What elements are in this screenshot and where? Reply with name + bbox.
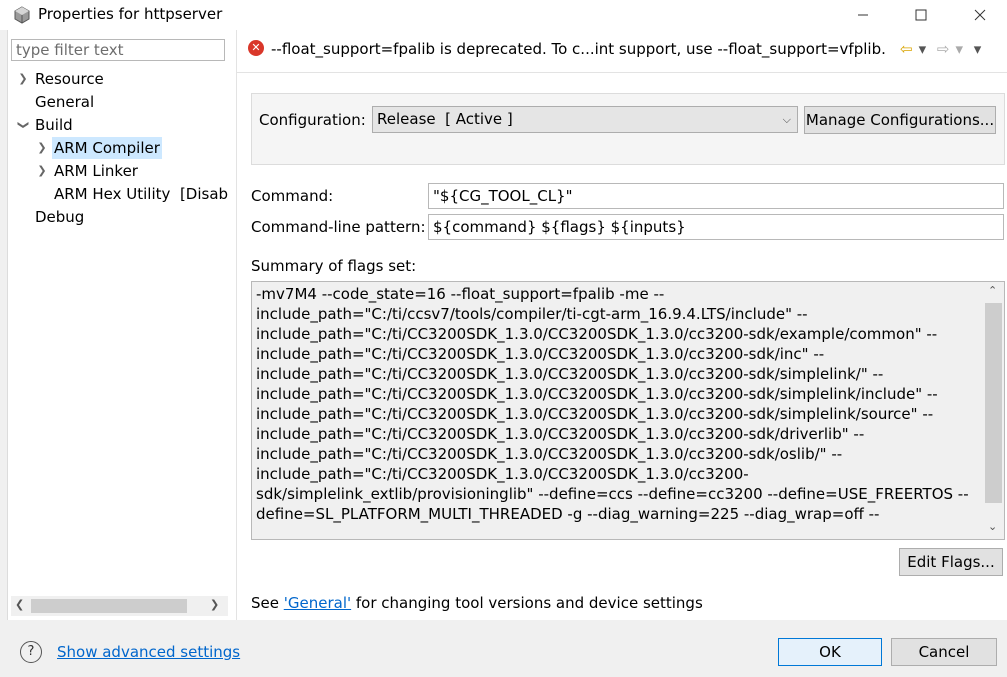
app-icon bbox=[12, 5, 32, 25]
tree-item-label: Debug bbox=[35, 208, 85, 226]
tree-item-label: Build bbox=[35, 116, 73, 134]
scroll-up-icon[interactable]: ⌃ bbox=[988, 284, 997, 297]
filter-field[interactable] bbox=[11, 39, 225, 61]
configuration-label: Configuration: bbox=[259, 111, 366, 129]
filter-input[interactable] bbox=[12, 40, 224, 60]
summary-line: include_path="C:/ti/CC3200SDK_1.3.0/CC32… bbox=[256, 385, 938, 403]
manage-configurations-button[interactable]: Manage Configurations... bbox=[804, 106, 996, 134]
panel-divider[interactable] bbox=[236, 30, 237, 620]
configuration-value: Release [ Active ] bbox=[377, 110, 513, 128]
back-dropdown-icon[interactable]: ▾ bbox=[919, 40, 927, 58]
error-icon: ✕ bbox=[248, 40, 264, 56]
tree-item-label: ARM Linker bbox=[54, 162, 138, 180]
scrollbar-thumb[interactable] bbox=[985, 303, 1002, 503]
command-line-pattern-field[interactable]: ${command} ${flags} ${inputs} bbox=[428, 214, 1004, 240]
show-advanced-settings-link[interactable]: Show advanced settings bbox=[57, 643, 240, 661]
note-suffix: for changing tool versions and device se… bbox=[351, 594, 703, 612]
general-link[interactable]: 'General' bbox=[284, 594, 351, 612]
command-label: Command: bbox=[251, 187, 334, 205]
summary-line: -mv7M4 --code_state=16 --float_support=f… bbox=[256, 285, 665, 303]
configuration-select[interactable]: Release [ Active ] ⌵ bbox=[372, 106, 798, 133]
summary-text: -mv7M4 --code_state=16 --float_support=f… bbox=[256, 284, 978, 534]
cancel-button[interactable]: Cancel bbox=[891, 638, 997, 666]
summary-label: Summary of flags set: bbox=[251, 257, 417, 275]
error-message: --float_support=fpalib is deprecated. To… bbox=[271, 40, 886, 58]
chevron-down-icon: ⌵ bbox=[782, 113, 791, 126]
tree-item-general[interactable]: General bbox=[8, 91, 228, 113]
maximize-button[interactable] bbox=[898, 0, 944, 30]
tree-item-label: General bbox=[35, 93, 95, 111]
help-icon[interactable]: ? bbox=[20, 641, 42, 663]
forward-dropdown-icon[interactable]: ▾ bbox=[955, 40, 963, 58]
command-field[interactable]: "${CG_TOOL_CL}" bbox=[428, 183, 1004, 209]
tree-item-build[interactable]: ❯ Build bbox=[8, 114, 228, 136]
summary-line: include_path="C:/ti/CC3200SDK_1.3.0/CC32… bbox=[256, 365, 884, 383]
tree-item-resource[interactable]: ❯ Resource bbox=[8, 68, 228, 90]
summary-line: include_path="C:/ti/CC3200SDK_1.3.0/CC32… bbox=[256, 445, 843, 463]
background-window-edge bbox=[0, 30, 8, 677]
expand-arrow-icon[interactable]: ❯ bbox=[35, 160, 49, 182]
window-title: Properties for httpserver bbox=[38, 5, 223, 23]
command-line-pattern-label: Command-line pattern: bbox=[251, 218, 426, 236]
tree-item-debug[interactable]: Debug bbox=[8, 206, 228, 228]
close-icon bbox=[974, 9, 986, 21]
tree-item-arm-hex-utility[interactable]: ARM Hex Utility [Disabl bbox=[8, 183, 228, 205]
scroll-down-icon[interactable]: ⌄ bbox=[988, 520, 997, 533]
tree-item-label: ARM Hex Utility [Disabl bbox=[54, 185, 228, 203]
property-tree: ❯ Resource General ❯ Build ❯ ARM Compile… bbox=[8, 66, 228, 596]
collapse-arrow-icon[interactable]: ❯ bbox=[12, 118, 34, 132]
summary-line: include_path="C:/ti/CC3200SDK_1.3.0/CC32… bbox=[256, 405, 934, 423]
expand-arrow-icon[interactable]: ❯ bbox=[35, 137, 49, 159]
scroll-right-icon[interactable]: ❯ bbox=[210, 598, 219, 611]
back-arrow-icon[interactable]: ⇦ bbox=[900, 40, 913, 58]
header-separator bbox=[237, 72, 1007, 73]
tree-item-arm-compiler[interactable]: ❯ ARM Compiler bbox=[8, 137, 228, 159]
view-menu-icon[interactable]: ▾ bbox=[974, 40, 982, 58]
minimize-button[interactable] bbox=[840, 0, 886, 30]
forward-arrow-icon[interactable]: ⇨ bbox=[937, 40, 950, 58]
settings-note: See 'General' for changing tool versions… bbox=[251, 594, 703, 612]
navigation-icons: ⇦ ▾ ⇨ ▾ ▾ bbox=[900, 40, 987, 58]
scrollbar-thumb[interactable] bbox=[31, 599, 187, 613]
tree-item-label: Resource bbox=[35, 70, 104, 88]
summary-line: include_path="C:/ti/CC3200SDK_1.3.0/CC32… bbox=[256, 465, 749, 483]
summary-line: include_path="C:/ti/ccsv7/tools/compiler… bbox=[256, 305, 808, 323]
note-prefix: See bbox=[251, 594, 284, 612]
summary-line: include_path="C:/ti/CC3200SDK_1.3.0/CC32… bbox=[256, 325, 938, 343]
tree-item-label: ARM Compiler bbox=[52, 137, 162, 159]
summary-line: sdk/simplelink_extlib/provisioninglib" -… bbox=[256, 485, 969, 503]
tree-item-arm-linker[interactable]: ❯ ARM Linker bbox=[8, 160, 228, 182]
maximize-icon bbox=[915, 9, 927, 21]
expand-arrow-icon[interactable]: ❯ bbox=[16, 68, 30, 90]
scroll-left-icon[interactable]: ❮ bbox=[15, 598, 24, 611]
edit-flags-button[interactable]: Edit Flags... bbox=[899, 548, 1003, 576]
summary-line: define=SL_PLATFORM_MULTI_THREADED -g --d… bbox=[256, 505, 880, 523]
summary-line: include_path="C:/ti/CC3200SDK_1.3.0/CC32… bbox=[256, 345, 825, 363]
summary-line: include_path="C:/ti/CC3200SDK_1.3.0/CC32… bbox=[256, 425, 865, 443]
close-button[interactable] bbox=[957, 0, 1003, 30]
ok-button[interactable]: OK bbox=[778, 638, 882, 666]
minimize-icon bbox=[858, 14, 868, 16]
